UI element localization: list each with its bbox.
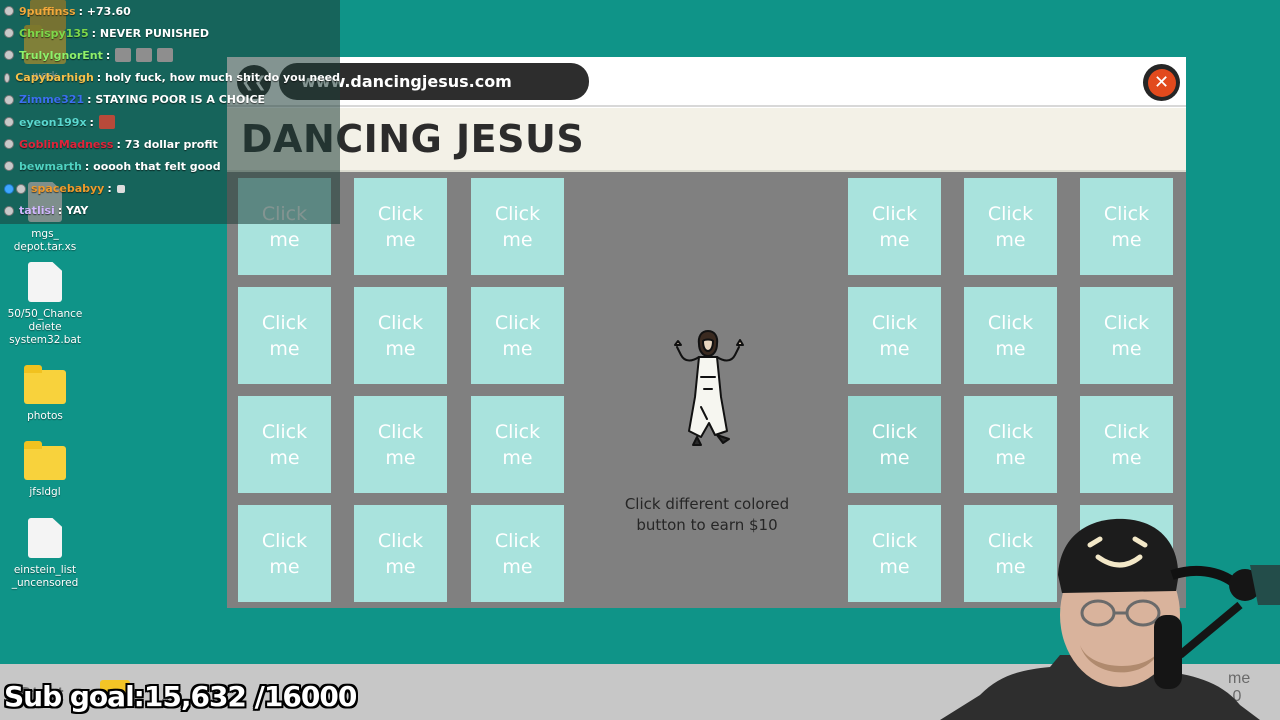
chat-text: : <box>105 48 111 62</box>
instruction-text: Click different colored button to earn $… <box>624 495 790 534</box>
chat-message: 9puffinss: +73.60 <box>0 0 340 22</box>
click-me-button-left-1-2[interactable]: Click me <box>354 178 447 275</box>
chat-message: bewmarth: ooooh that felt good <box>0 155 340 177</box>
desktop-icon-label: photos <box>27 410 63 422</box>
click-me-button-right-2-2[interactable]: Click me <box>964 287 1057 384</box>
viewer-badge-icon <box>4 72 11 83</box>
viewer-badge-icon <box>4 205 14 216</box>
click-me-button-left-2-1[interactable]: Click me <box>238 287 331 384</box>
desktop-icon-einstein[interactable]: einstein_list _uncensored <box>0 518 90 590</box>
chat-message: TrulyIgnorEnt: <box>0 44 340 66</box>
close-icon: ✕ <box>1147 68 1176 97</box>
viewer-badge-icon <box>4 6 14 17</box>
file-icon <box>28 518 62 558</box>
viewer-badge-icon <box>4 94 14 105</box>
click-me-button-left-4-2[interactable]: Click me <box>354 505 447 602</box>
chat-text: : <box>89 115 94 129</box>
click-me-button-right-3-3[interactable]: Click me <box>1080 396 1173 493</box>
click-me-button-right-4-1[interactable]: Click me <box>848 505 941 602</box>
click-me-button-left-3-1[interactable]: Click me <box>238 396 331 493</box>
click-me-button-left-2-2[interactable]: Click me <box>354 287 447 384</box>
chat-emote-icon <box>136 48 153 63</box>
stream-chat-overlay: 9puffinss: +73.60 Chrispy135: NEVER PUNIS… <box>0 0 340 224</box>
chat-username[interactable]: tatlisi <box>19 204 55 217</box>
desktop-icon-label: einstein_list _uncensored <box>11 564 79 589</box>
chat-emote-icon <box>116 184 125 193</box>
chat-message: eyeon199x: <box>0 111 340 133</box>
sub-goal-overlay: Sub goal:15,632 /16000 <box>4 680 357 713</box>
chat-username[interactable]: Zimme321 <box>19 93 84 106</box>
chat-message: tatlisi: YAY <box>0 200 340 222</box>
viewer-badge-icon <box>16 183 26 194</box>
folder-icon <box>24 441 66 480</box>
chat-emote-icon <box>98 115 115 130</box>
chat-username[interactable]: TrulyIgnorEnt <box>19 49 103 62</box>
click-me-button-right-2-1[interactable]: Click me <box>848 287 941 384</box>
chat-text: : holy fuck, how much shit do you need <box>96 71 340 85</box>
chat-emote-icon <box>157 48 174 63</box>
desktop-icon-label: 50/50_Chance delete system32.bat <box>7 308 83 346</box>
chat-text: : NEVER PUNISHED <box>91 26 209 40</box>
viewer-badge-icon <box>4 161 14 172</box>
diamond-badge-icon <box>4 183 14 194</box>
click-me-button-left-1-3[interactable]: Click me <box>471 178 564 275</box>
chat-username[interactable]: eyeon199x <box>19 116 87 129</box>
click-me-button-right-3-2[interactable]: Click me <box>964 396 1057 493</box>
chat-emote-icon <box>115 48 132 63</box>
viewer-badge-icon <box>4 50 14 61</box>
folder-icon <box>24 365 66 404</box>
click-me-button-left-3-2[interactable]: Click me <box>354 396 447 493</box>
chat-message: GoblinMadness: 73 dollar profit <box>0 133 340 155</box>
chat-username[interactable]: GoblinMadness <box>19 138 113 151</box>
chat-username[interactable]: Chrispy135 <box>19 27 89 40</box>
dancing-jesus-figure-icon <box>674 330 744 446</box>
file-icon <box>28 262 62 302</box>
chat-text: : STAYING POOR IS A CHOICE <box>87 93 266 107</box>
webcam-streamer-image <box>940 518 1280 720</box>
click-me-button-right-1-1[interactable]: Click me <box>848 178 941 275</box>
click-me-button-left-4-3[interactable]: Click me <box>471 505 564 602</box>
viewer-badge-icon <box>4 117 14 128</box>
desktop-icon-chance-bat[interactable]: 50/50_Chance delete system32.bat <box>0 262 90 347</box>
click-me-button-right-1-3[interactable]: Click me <box>1080 178 1173 275</box>
chat-message: spacebabyy: <box>0 178 340 200</box>
click-me-button-right-1-2[interactable]: Click me <box>964 178 1057 275</box>
chat-text: : <box>107 182 112 196</box>
close-button[interactable]: ✕ <box>1143 64 1180 101</box>
chat-message: Zimme321: STAYING POOR IS A CHOICE <box>0 89 340 111</box>
desktop-icon-jfsldgl[interactable]: jfsldgl <box>0 441 90 499</box>
chat-username[interactable]: spacebabyy <box>31 182 104 195</box>
viewer-badge-icon <box>4 28 14 39</box>
page-header: DANCING JESUS <box>227 108 1186 172</box>
chat-message: Chrispy135: NEVER PUNISHED <box>0 22 340 44</box>
chat-message: Capybarhigh: holy fuck, how much shit do… <box>0 67 340 89</box>
desktop-icon-photos[interactable]: photos <box>0 365 90 423</box>
click-me-button-left-3-3[interactable]: Click me <box>471 396 564 493</box>
click-me-button-left-4-1[interactable]: Click me <box>238 505 331 602</box>
chat-username[interactable]: Capybarhigh <box>15 71 94 84</box>
click-me-button-right-3-1[interactable]: Click me <box>848 396 941 493</box>
chat-text: : +73.60 <box>78 4 131 18</box>
click-me-button-right-2-3[interactable]: Click me <box>1080 287 1173 384</box>
desktop-icon-label: mgs_ depot.tar.xs <box>13 228 77 253</box>
desktop-icon-label: jfsldgl <box>29 486 61 498</box>
chat-text: : YAY <box>57 204 89 218</box>
chat-text: : 73 dollar profit <box>116 137 218 151</box>
address-bar-area: ❮❮ www.dancingjesus.com ✕ <box>227 57 1186 107</box>
chat-username[interactable]: bewmarth <box>19 160 82 173</box>
chat-text: : ooooh that felt good <box>84 159 221 173</box>
viewer-badge-icon <box>4 139 14 150</box>
chat-username[interactable]: 9puffinss <box>19 5 76 18</box>
click-me-button-left-2-3[interactable]: Click me <box>471 287 564 384</box>
